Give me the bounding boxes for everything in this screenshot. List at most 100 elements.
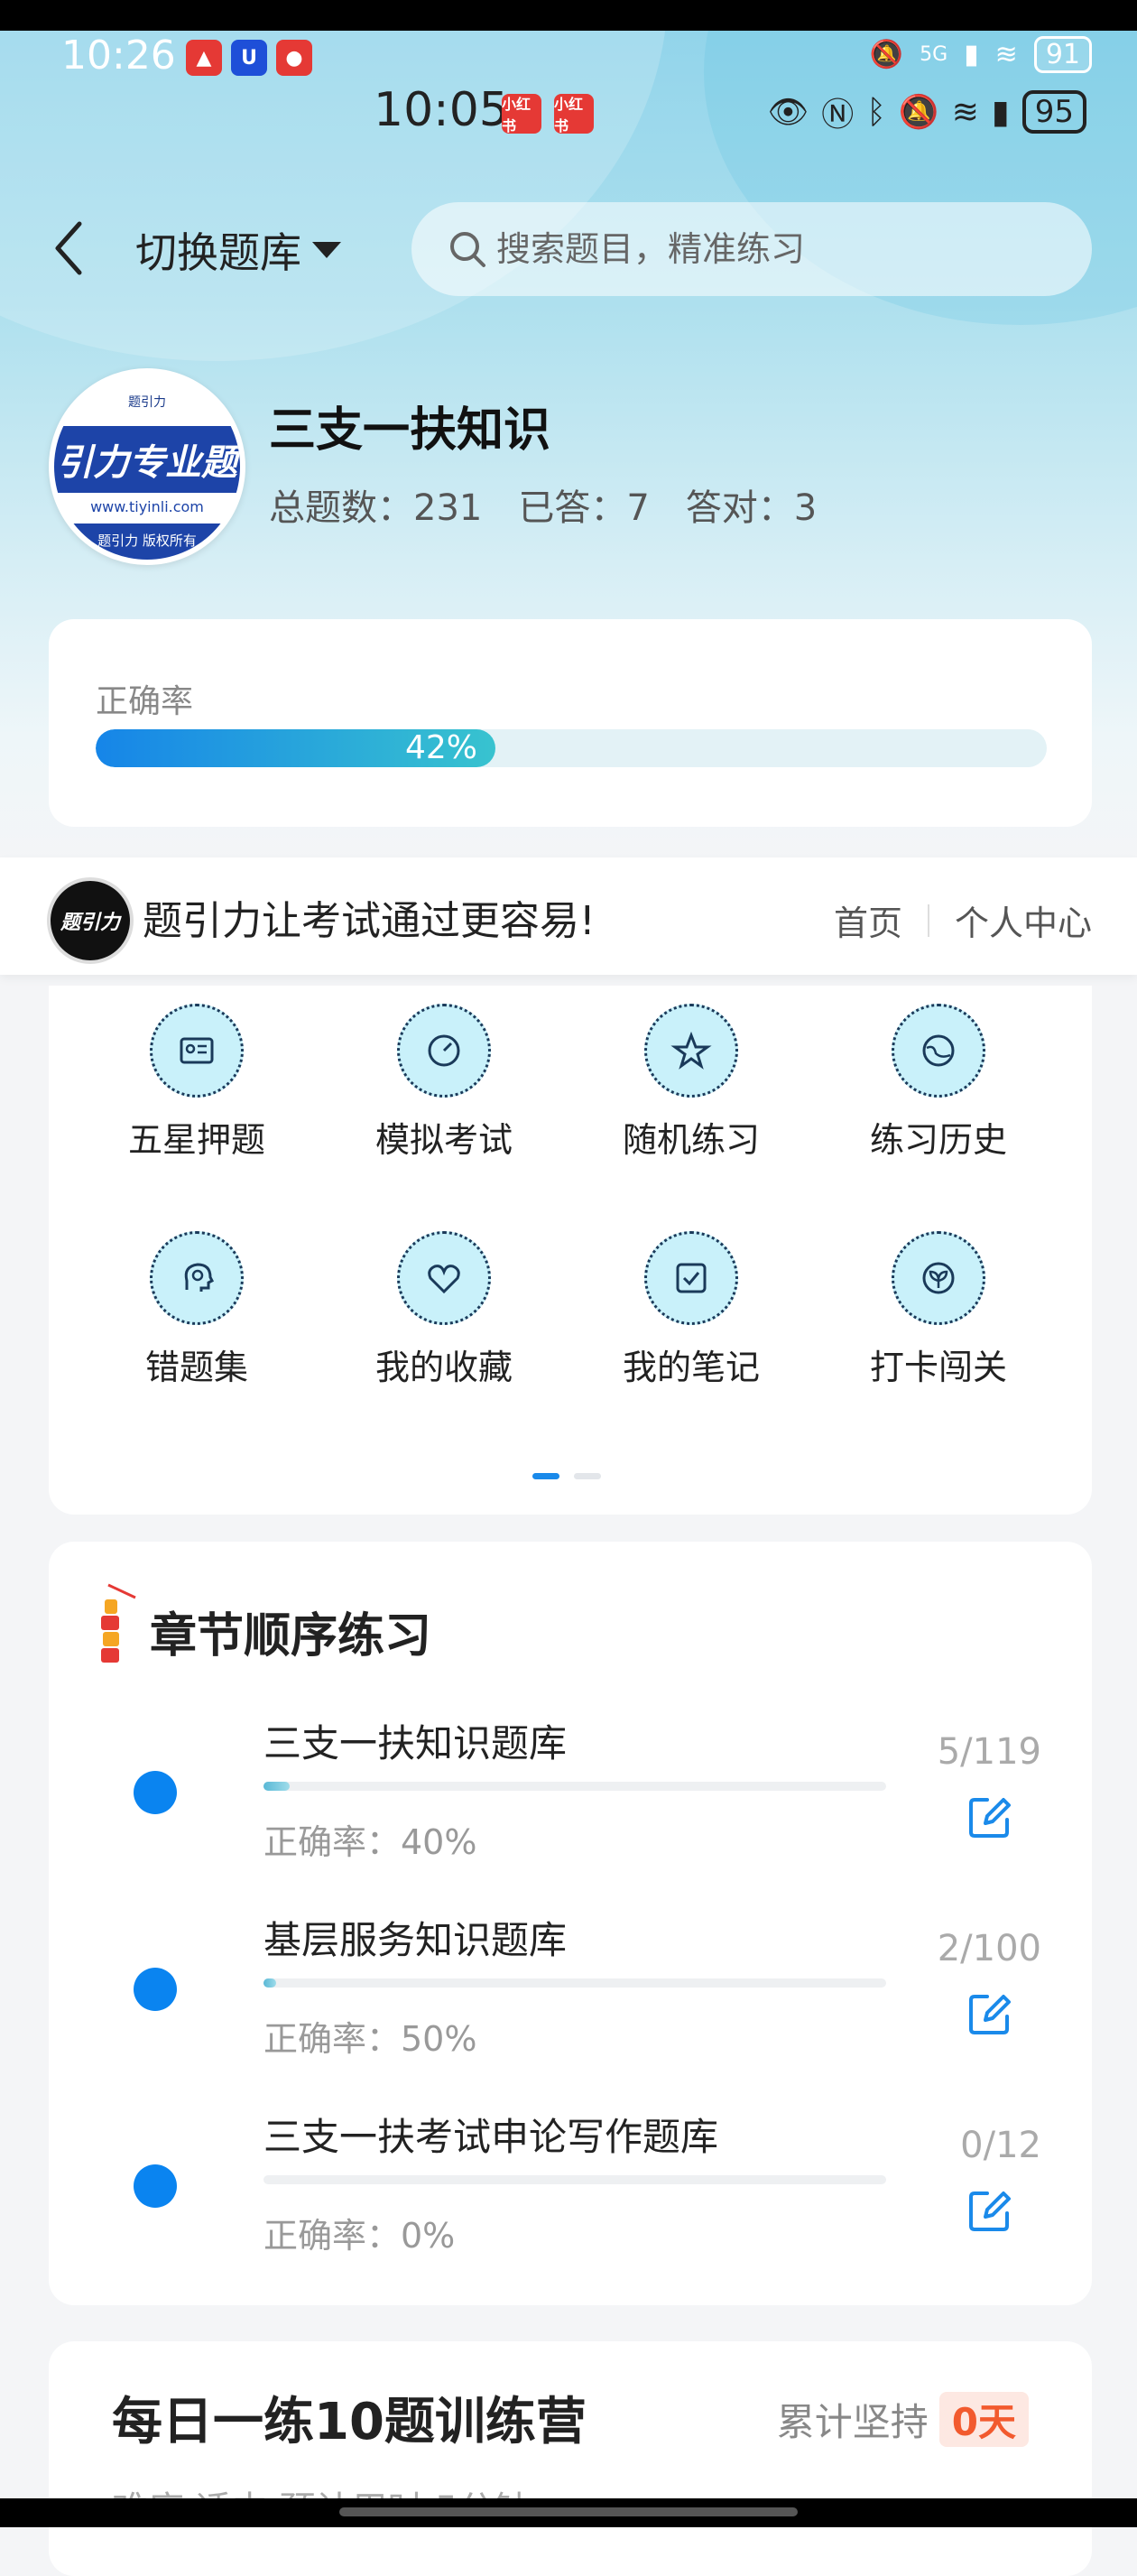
outer-status-right: 🔕 5G ▮ ≋ 91 (870, 36, 1092, 73)
nav-home-link[interactable]: 首页 (834, 895, 902, 945)
accuracy-value: 42% (405, 729, 478, 766)
switch-bank-dropdown[interactable]: 切换题库 (135, 220, 341, 280)
battery-indicator: 91 (1033, 36, 1092, 73)
home-gesture-bar[interactable] (339, 2507, 798, 2516)
mute-icon: 🔕 (869, 39, 904, 70)
bank-title: 三支一扶知识 (269, 403, 551, 458)
feature-label: 我的笔记 (622, 1348, 760, 1387)
network-label: 5G (920, 43, 948, 66)
chapter-row[interactable]: 三支一扶知识题库正确率：40% 5/119 (49, 1695, 1092, 1892)
chapter-progress-track (263, 2175, 886, 2184)
daily-title: 每日一练10题训练营 (112, 2393, 587, 2451)
chapter-practice-card: 章节顺序练习 三支一扶知识题库正确率：40% 5/119 基层服务知识题库正确率：5… (49, 1542, 1092, 2305)
mute-icon: 🔕 (898, 94, 939, 131)
chapter-bullet (134, 2164, 177, 2208)
top-black-bar (0, 0, 1137, 31)
inner-battery-indicator: 95 (1021, 90, 1086, 134)
banner-nav: 首页 个人中心 (834, 895, 1092, 945)
chapter-bullet (134, 1968, 177, 2011)
chapter-progress-fill (263, 1978, 276, 1988)
accuracy-label: 正确率 (96, 683, 194, 720)
switch-bank-label: 切换题库 (135, 228, 301, 277)
eye-icon: 👁 (767, 94, 809, 131)
chapter-accuracy: 正确率：50% (263, 2019, 477, 2059)
daily-practice-card[interactable]: 每日一练10题训练营 累计坚持 0天 难度 适中 预计用时 5分钟 (49, 2341, 1092, 2576)
feature-label: 五星押题 (127, 1120, 265, 1160)
feature-label: 随机练习 (622, 1120, 760, 1160)
star-arrow-icon (644, 1004, 738, 1098)
chapter-bullet (134, 1771, 177, 1814)
feature-label: 我的收藏 (374, 1348, 513, 1387)
xiaohongshu-app-icon: 小红书 (502, 94, 541, 134)
xiaohongshu-app-icon: 小红书 (554, 94, 594, 134)
chapter-section-title: 章节顺序练习 (150, 1609, 432, 1663)
chevron-left-icon[interactable] (51, 217, 87, 280)
feature-label: 错题集 (144, 1348, 248, 1387)
streak-info: 累计坚持 0天 (777, 2392, 1029, 2447)
bank-avatar: 题引力 引力专业题 www.tiyinli.com 题引力 版权所有 (49, 368, 245, 565)
head-icon (150, 1231, 244, 1325)
avatar-url-text: www.tiyinli.com (54, 493, 240, 525)
chapter-row[interactable]: 基层服务知识题库正确率：50% 2/100 (49, 1892, 1092, 2089)
signal-icon: ▮ (964, 39, 979, 70)
bluetooth-icon: ᛒ (866, 93, 886, 131)
edit-icon[interactable] (966, 2186, 1014, 2235)
page-dot (574, 1473, 601, 1479)
feature-item[interactable]: 我的笔记 (592, 1231, 790, 1389)
feature-item[interactable]: 我的收藏 (345, 1231, 543, 1389)
feature-item[interactable]: 随机练习 (592, 1004, 790, 1162)
feature-item[interactable]: 模拟考试 (345, 1004, 543, 1162)
edit-icon[interactable] (966, 1989, 1014, 2038)
correct-count: 答对：3 (685, 487, 818, 529)
sprout-icon (892, 1231, 985, 1325)
alert-icon: ▮ (991, 93, 1010, 131)
accuracy-progress-track: 42% (96, 729, 1047, 767)
chapter-name: 基层服务知识题库 (263, 1918, 568, 1962)
feature-label: 打卡闯关 (869, 1348, 1007, 1387)
edit-icon[interactable] (966, 1793, 1014, 1841)
chapter-count: 2/100 (937, 1928, 1041, 1969)
outer-status-time: 10:26 (61, 32, 176, 79)
banner-slogan: 题引力让考试通过更容易! (143, 898, 596, 944)
page-indicator (532, 1473, 601, 1479)
avatar-band-text: 引力专业题 (54, 426, 240, 493)
chapter-progress-fill (263, 1782, 290, 1791)
chapter-progress-track (263, 1782, 886, 1791)
chapter-name: 三支一扶考试申论写作题库 (263, 2115, 719, 2159)
chapter-progress-track (263, 1978, 886, 1988)
feature-item[interactable]: 五星押题 (97, 1004, 296, 1162)
chapter-accuracy: 正确率：40% (263, 1822, 477, 1862)
feature-item[interactable]: 打卡闯关 (839, 1231, 1038, 1389)
wifi-icon: ≋ (994, 39, 1018, 70)
feature-label: 模拟考试 (374, 1120, 513, 1160)
chapter-count: 5/119 (937, 1731, 1041, 1773)
search-input[interactable] (495, 228, 1058, 270)
page-dot-active (532, 1473, 559, 1479)
caret-down-icon (312, 242, 341, 258)
status-app-icon: ▲ (186, 40, 222, 76)
streak-label: 累计坚持 (776, 2400, 929, 2444)
nav-profile-link[interactable]: 个人中心 (955, 895, 1092, 945)
bank-stats: 总题数：231 已答：7 答对：3 (269, 478, 817, 531)
id-card-icon (150, 1004, 244, 1098)
feature-item[interactable]: 错题集 (97, 1231, 296, 1389)
nav-divider (927, 903, 929, 937)
feature-item[interactable]: 练习历史 (839, 1004, 1038, 1162)
search-bar[interactable] (411, 202, 1092, 296)
inner-status-time: 10:05 (374, 83, 509, 137)
heart-icon (397, 1231, 491, 1325)
feature-grid: 五星押题 模拟考试 随机练习 练习历史错题集 我的收藏 我的笔记 打卡闯关 (49, 986, 1092, 1515)
avatar-bottom-text: 题引力 版权所有 (54, 524, 240, 560)
inner-status-right: 👁 Ⓝ ᛒ 🔕 ≋ ▮ 95 (768, 88, 1086, 135)
feature-label: 练习历史 (869, 1120, 1007, 1160)
search-icon (450, 232, 485, 267)
outer-status-apps: ▲ U ● (186, 40, 312, 76)
chapter-name: 三支一扶知识题库 (263, 1721, 568, 1765)
nfc-icon: Ⓝ (821, 97, 855, 134)
inner-status-apps: 小红书 小红书 (502, 94, 594, 134)
status-app-icon: U (231, 40, 267, 76)
brand-logo: 题引力 (47, 877, 134, 964)
chapter-accuracy: 正确率：0% (263, 2216, 456, 2256)
chapter-row[interactable]: 三支一扶考试申论写作题库 正确率：0% 0/12 (49, 2089, 1092, 2285)
wifi-icon: ≋ (951, 93, 979, 131)
